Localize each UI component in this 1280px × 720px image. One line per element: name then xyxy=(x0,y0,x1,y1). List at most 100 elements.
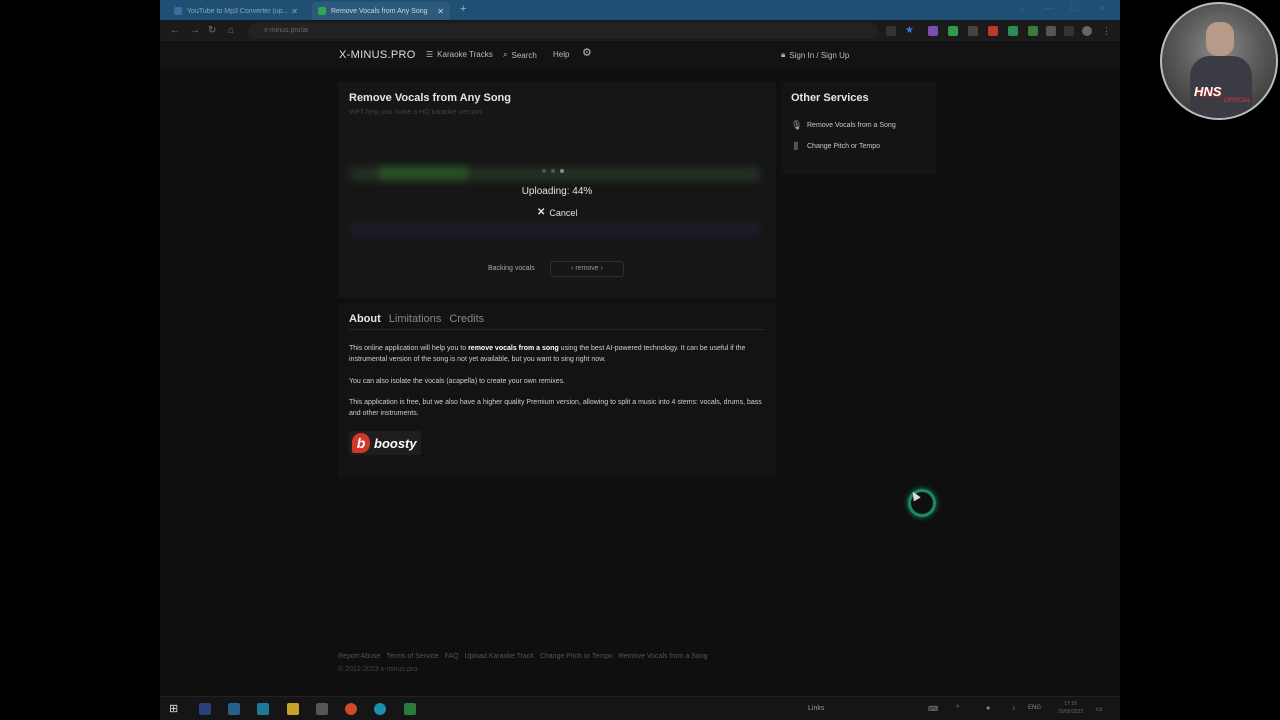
nav-signin[interactable]: 🔒︎ Sign In / Sign Up xyxy=(781,50,849,60)
reload-icon[interactable]: ↻ xyxy=(208,25,216,36)
tab-limitations[interactable]: Limitations xyxy=(389,313,442,329)
home-icon[interactable]: ⌂ xyxy=(228,25,234,36)
volume-icon[interactable]: ♪ xyxy=(1012,705,1016,712)
extension-icon[interactable] xyxy=(988,26,998,36)
nav-help[interactable]: Help xyxy=(553,50,569,59)
channel-avatar: HNS OFFICIAL xyxy=(1160,2,1278,120)
sidebar-item-remove-vocals[interactable]: 🎙︎ Remove Vocals from a Song xyxy=(791,120,896,130)
chevron-down-icon[interactable]: ⌄ xyxy=(1018,3,1026,14)
extension-icon[interactable] xyxy=(928,26,938,36)
microphone-icon[interactable]: ● xyxy=(986,705,990,712)
tab-label: YouTube to Mp3 Converter (up... xyxy=(187,7,289,15)
clock-time: 17:18 xyxy=(1064,701,1077,707)
notification-icon[interactable]: ▭ xyxy=(1096,705,1103,713)
minimize-icon[interactable]: — xyxy=(1044,3,1053,13)
page-subtitle: We'll help you make a HQ karaoke version… xyxy=(349,109,483,116)
about-paragraph-3: This application is free, but we also ha… xyxy=(349,399,762,417)
extension-icon[interactable] xyxy=(968,26,978,36)
app-icon[interactable] xyxy=(199,703,211,715)
language-indicator[interactable]: ENG xyxy=(1028,705,1041,711)
tab-about[interactable]: About xyxy=(349,313,381,329)
nav-label: Help xyxy=(553,50,570,59)
tab-favicon-icon xyxy=(174,7,182,15)
extension-icon[interactable] xyxy=(1028,26,1038,36)
clock-date: 25/05/2023 xyxy=(1058,709,1084,715)
menu-icon[interactable]: ⋮ xyxy=(1102,26,1112,36)
sidebar-item-change-pitch[interactable]: ⫼ Change Pitch or Tempo xyxy=(791,141,880,151)
footer-link-report-abuse[interactable]: Report Abuse xyxy=(338,653,380,660)
address-bar[interactable]: x-minus.pro/ai xyxy=(248,23,878,39)
tab-label: Remove Vocals from Any Song xyxy=(331,7,428,15)
taskbar-links-toolbar[interactable]: Links xyxy=(808,705,824,712)
browser-tab-remove-vocals[interactable]: Remove Vocals from Any Song ✕ xyxy=(312,2,450,20)
edge-icon[interactable] xyxy=(374,703,386,715)
blurred-button xyxy=(378,166,468,180)
windows-start-icon[interactable]: ⊞ xyxy=(169,703,181,715)
sidebar-item-label: Remove Vocals from a Song xyxy=(807,121,896,129)
footer-link-faq[interactable]: FAQ xyxy=(445,653,459,660)
close-window-icon[interactable]: ✕ xyxy=(1098,3,1106,14)
browser-toolbar: ← → ↻ ⌂ x-minus.pro/ai ★ ⋮ xyxy=(160,20,1120,42)
avatar-badge: HNS xyxy=(1194,84,1222,99)
site-nav: X-MINUS.PRO ☰ Karaoke Tracks ⌕ Search He… xyxy=(160,42,1120,68)
maximize-icon[interactable]: ☐ xyxy=(1070,3,1078,14)
hamburger-icon: ☰ xyxy=(426,50,434,59)
cancel-label: Cancel xyxy=(549,207,578,218)
page-title: Remove Vocals from Any Song xyxy=(349,92,511,104)
cancel-button[interactable]: ✕ Cancel xyxy=(537,207,577,218)
sidebar-item-label: Change Pitch or Tempo xyxy=(807,142,881,150)
upload-panel: Remove Vocals from Any Song We'll help y… xyxy=(338,82,776,298)
close-tab-icon[interactable]: ✕ xyxy=(291,7,298,16)
avatar-badge-sub: OFFICIAL xyxy=(1224,98,1252,104)
new-tab-icon[interactable]: + xyxy=(460,3,466,15)
app-icon[interactable] xyxy=(257,703,269,715)
chevron-up-icon[interactable]: ^ xyxy=(956,705,959,712)
extension-icon[interactable] xyxy=(1008,26,1018,36)
footer-link-upload[interactable]: Upload Karaoke Track xyxy=(465,653,534,660)
chrome-icon[interactable] xyxy=(345,703,357,715)
backing-vocals-toggle[interactable]: ‹ remove › xyxy=(550,261,624,277)
footer-link-terms[interactable]: Terms of Service xyxy=(386,653,438,660)
info-panel: About Limitations Credits This online ap… xyxy=(338,304,776,478)
share-icon[interactable] xyxy=(886,26,896,36)
about-bold-text: remove vocals from a song xyxy=(468,345,559,352)
blurred-form-row xyxy=(350,222,760,236)
about-text: This online application will help you to xyxy=(349,345,469,352)
browser-tab-youtube-converter[interactable]: YouTube to Mp3 Converter (up... ✕ xyxy=(168,2,304,20)
backing-vocals-label: Backing vocals xyxy=(488,265,535,272)
url-text: x-minus.pro/ai xyxy=(264,27,308,34)
avatar-face xyxy=(1206,22,1234,56)
forward-icon[interactable]: → xyxy=(190,25,200,36)
other-services-panel: Other Services 🎙︎ Remove Vocals from a S… xyxy=(781,82,936,174)
extension-icon[interactable] xyxy=(948,26,958,36)
nav-search[interactable]: ⌕ Search xyxy=(503,50,537,60)
profile-icon[interactable] xyxy=(1082,26,1092,36)
app-icon[interactable] xyxy=(404,703,416,715)
footer-link-remove-vocals[interactable]: Remove Vocals from a Song xyxy=(619,653,708,660)
browser-tabstrip: YouTube to Mp3 Converter (up... ✕ Remove… xyxy=(160,0,1120,20)
taskbar-clock[interactable]: 17:18 25/05/2023 xyxy=(1058,700,1083,716)
sliders-icon: ⫼ xyxy=(793,141,799,151)
bookmark-star-icon[interactable]: ★ xyxy=(905,26,915,36)
nav-label: Search xyxy=(511,50,537,60)
boosty-link[interactable]: b boosty xyxy=(349,431,421,455)
copyright: © 2012-2023 x-minus.pro xyxy=(338,666,418,673)
tab-favicon-icon xyxy=(318,7,326,15)
footer-links: Report Abuse Terms of Service FAQ Upload… xyxy=(338,653,708,660)
sidebar-icon[interactable] xyxy=(1064,26,1074,36)
sidebar-title: Other Services xyxy=(791,92,869,104)
puzzle-icon[interactable] xyxy=(1046,26,1056,36)
tab-credits[interactable]: Credits xyxy=(449,313,484,329)
app-icon[interactable] xyxy=(228,703,240,715)
back-icon[interactable]: ← xyxy=(170,25,180,36)
close-icon: ✕ xyxy=(537,207,546,218)
close-tab-icon[interactable]: ✕ xyxy=(437,7,444,16)
gear-icon[interactable]: ⚙ xyxy=(582,48,593,59)
footer-link-pitch[interactable]: Change Pitch or Tempo xyxy=(540,653,613,660)
keyboard-icon[interactable]: ⌨ xyxy=(928,705,938,713)
app-icon[interactable] xyxy=(316,703,328,715)
nav-karaoke-tracks[interactable]: ☰ Karaoke Tracks xyxy=(426,50,493,59)
site-logo[interactable]: X-MINUS.PRO xyxy=(339,49,416,61)
file-explorer-icon[interactable] xyxy=(287,703,299,715)
search-icon: ⌕ xyxy=(503,50,508,59)
